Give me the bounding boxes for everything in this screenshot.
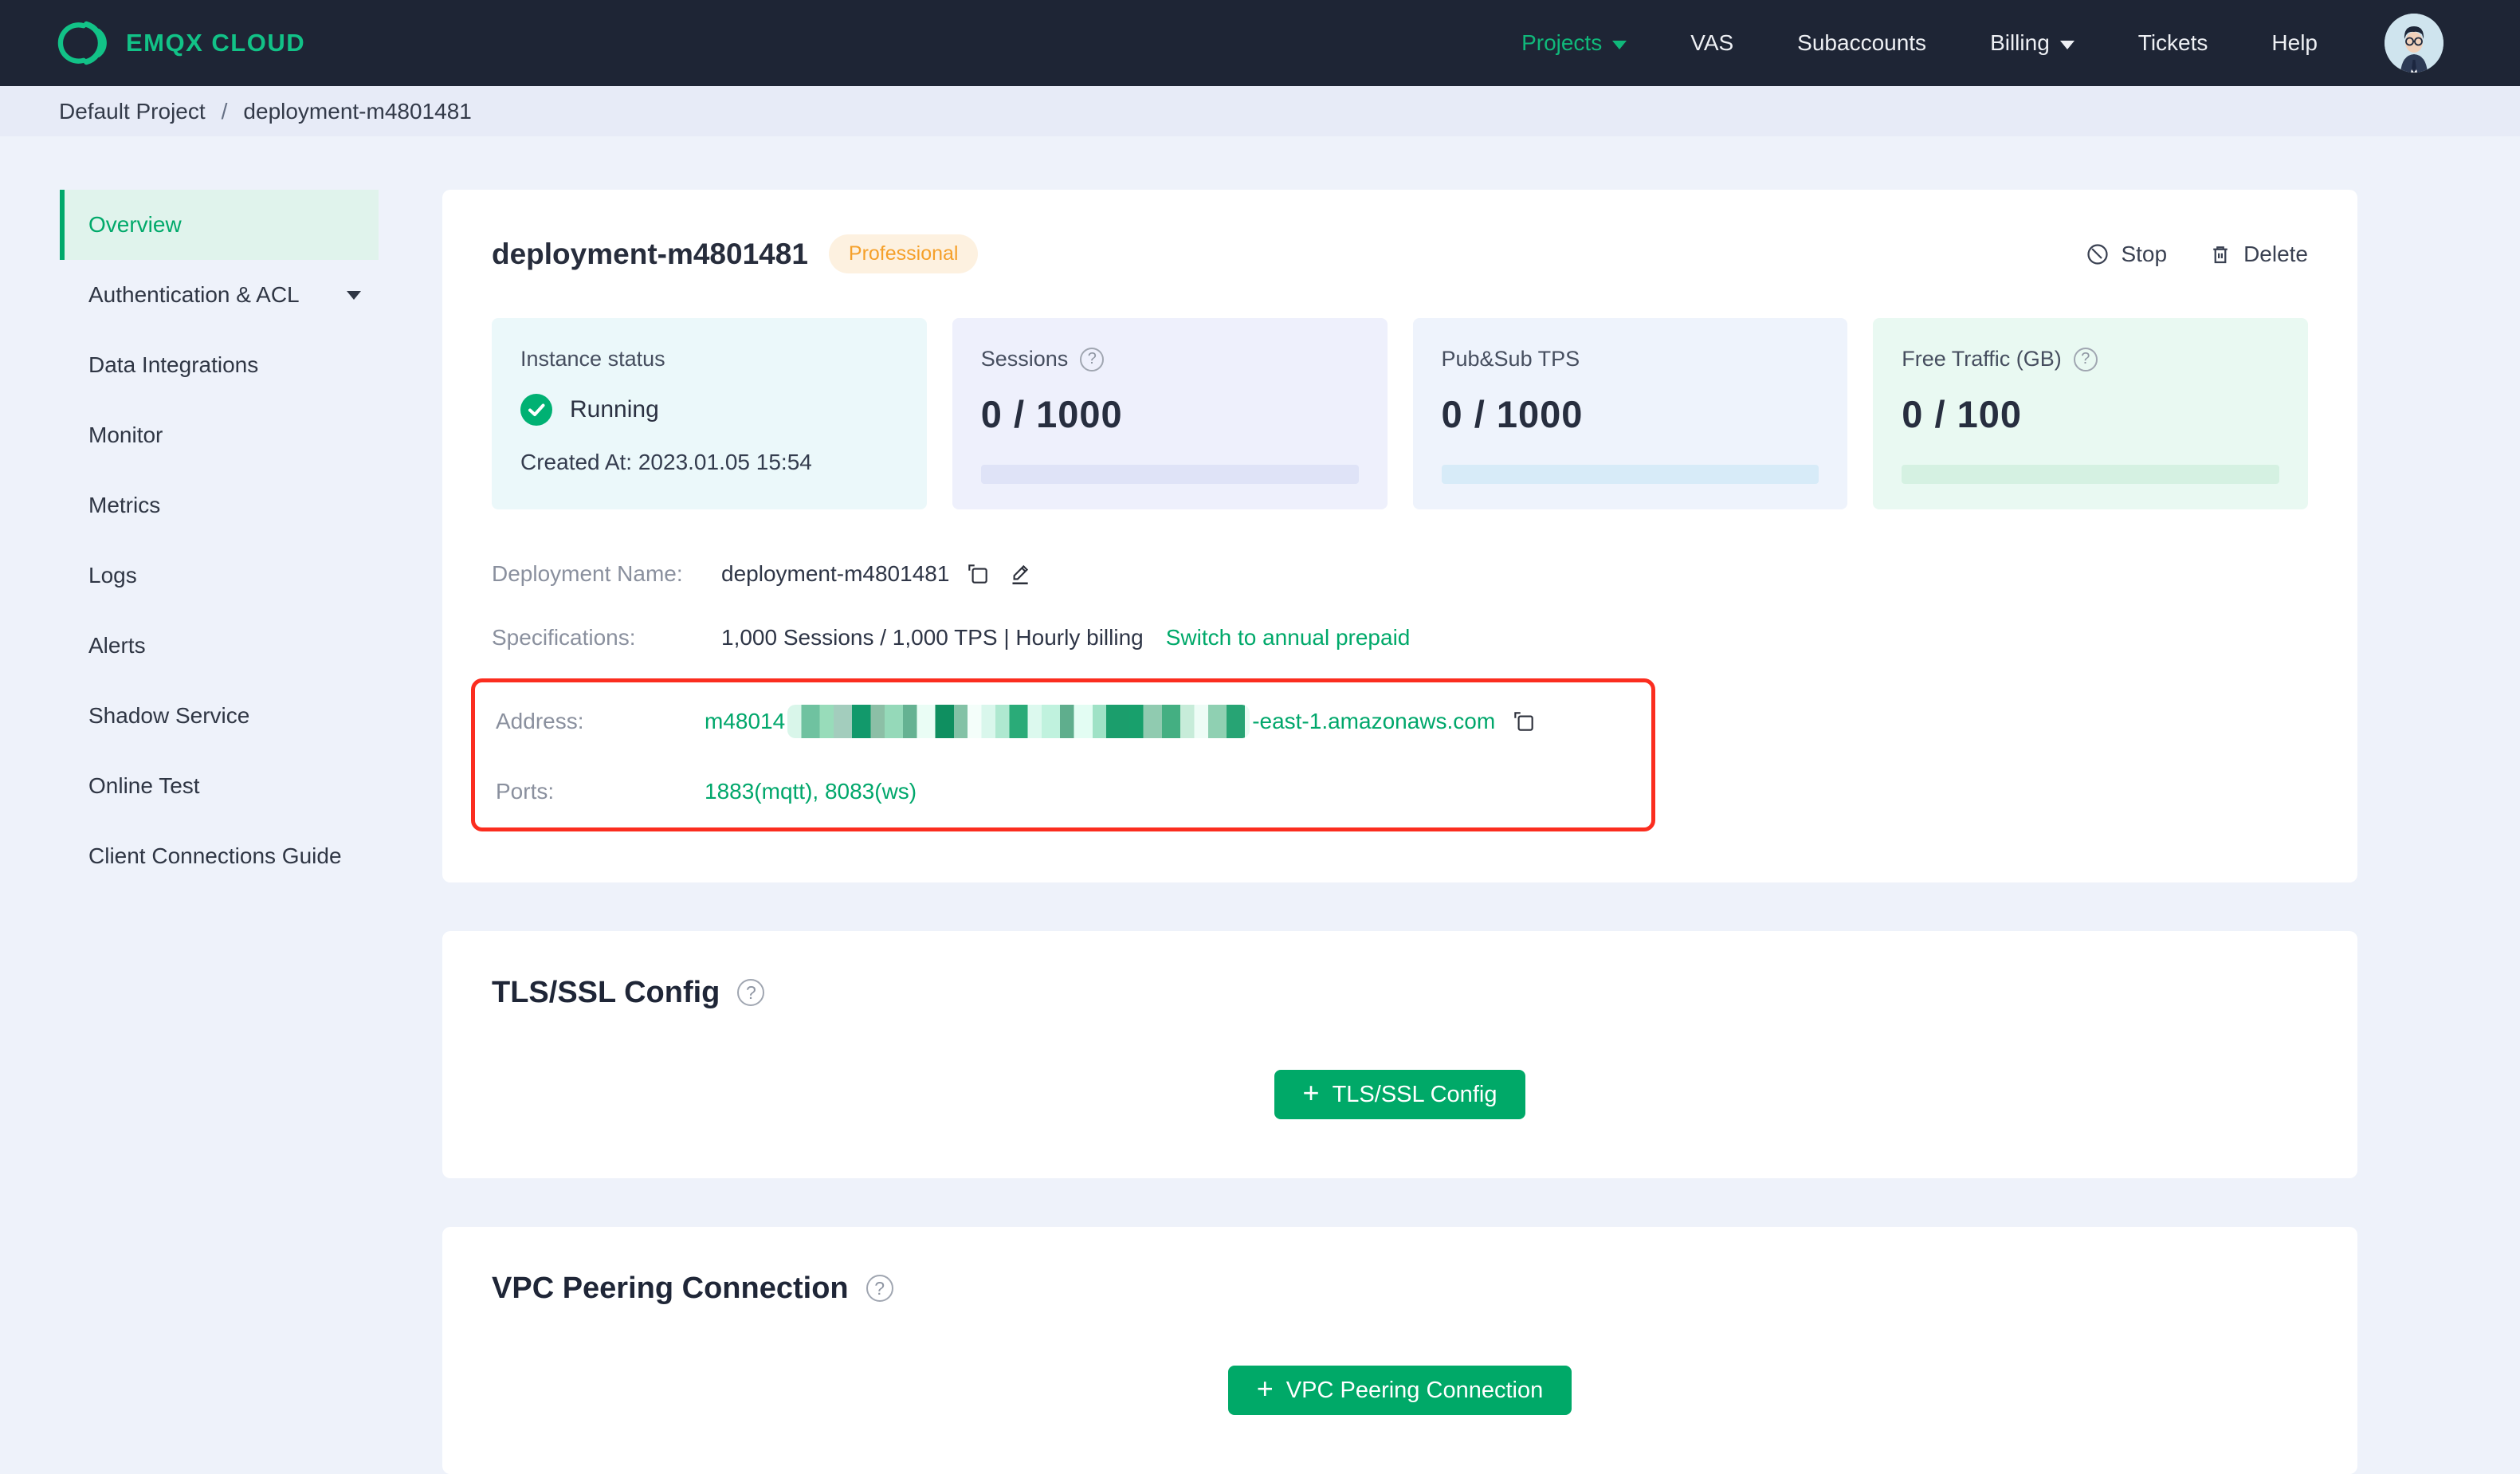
sidebar-item-logs[interactable]: Logs — [60, 540, 379, 611]
brand-name: EMQX CLOUD — [126, 29, 306, 57]
nav-item-billing[interactable]: Billing — [1958, 30, 2106, 56]
sessions-value: 0 / 1000 — [980, 393, 1123, 435]
user-avatar[interactable] — [2385, 14, 2443, 73]
copy-icon[interactable] — [1511, 709, 1537, 734]
ports-value: 1883(mqtt), 8083(ws) — [705, 779, 917, 804]
question-circle-icon[interactable] — [1080, 347, 1105, 371]
add-vpc-peering-button[interactable]: + VPC Peering Connection — [1227, 1366, 1572, 1415]
question-circle-icon[interactable] — [737, 979, 765, 1006]
breadcrumb-project[interactable]: Default Project — [59, 99, 206, 124]
sidebar-item-monitor[interactable]: Monitor — [60, 400, 379, 470]
plus-icon: + — [1302, 1076, 1320, 1109]
specifications-value: 1,000 Sessions / 1,000 TPS | Hourly bill… — [721, 625, 1144, 650]
add-tls-ssl-config-button[interactable]: + TLS/SSL Config — [1274, 1070, 1526, 1119]
address-suffix: -east-1.amazonaws.com — [1252, 709, 1496, 733]
sidebar-item-overview[interactable]: Overview — [60, 190, 379, 260]
nav-item-projects[interactable]: Projects — [1490, 30, 1658, 56]
created-at: Created At: 2023.01.05 15:54 — [520, 450, 812, 474]
tls-ssl-title: TLS/SSL Config — [492, 976, 720, 1009]
question-circle-icon[interactable] — [2073, 347, 2098, 371]
chevron-down-icon — [2059, 40, 2074, 49]
sidebar-item-metrics[interactable]: Metrics — [60, 470, 379, 540]
vpc-peering-title: VPC Peering Connection — [492, 1272, 849, 1305]
sessions-progress — [980, 465, 1359, 484]
address-redacted-block — [787, 705, 1250, 738]
trash-icon — [2208, 242, 2232, 266]
nav-item-tickets[interactable]: Tickets — [2106, 30, 2240, 56]
address-row: Address: m48014 -east-1.amazonaws.com — [496, 698, 1635, 745]
address-prefix: m48014 — [705, 709, 786, 733]
plus-icon: + — [1256, 1372, 1274, 1405]
deployment-name-value: deployment-m4801481 — [721, 561, 950, 586]
stop-icon — [2086, 242, 2110, 266]
deployment-name-label: Deployment Name: — [492, 561, 683, 586]
sidebar: Overview Authentication & ACL Data Integ… — [60, 190, 379, 891]
specifications-row: Specifications: 1,000 Sessions / 1,000 T… — [492, 615, 2308, 661]
ports-row: Ports: 1883(mqtt), 8083(ws) — [496, 768, 1635, 815]
navbar-menu: Projects VAS Subaccounts Billing Tickets… — [1490, 14, 2443, 73]
chevron-down-icon — [1612, 40, 1627, 49]
breadcrumb-separator: / — [221, 98, 228, 124]
ports-label: Ports: — [496, 779, 555, 804]
top-navbar: EMQX CLOUD Projects VAS Subaccounts Bill… — [0, 0, 2520, 86]
traffic-value: 0 / 100 — [1902, 393, 2022, 435]
specifications-label: Specifications: — [492, 625, 636, 650]
address-label: Address: — [496, 709, 584, 733]
deployment-name-row: Deployment Name: deployment-m4801481 — [492, 551, 2308, 597]
sidebar-item-client-connections-guide[interactable]: Client Connections Guide — [60, 821, 379, 891]
chevron-down-icon — [347, 290, 361, 300]
sidebar-item-data-integrations[interactable]: Data Integrations — [60, 330, 379, 400]
annotation-box: Address: m48014 -east-1.amazonaws.com Po… — [471, 678, 1655, 831]
breadcrumb-current: deployment-m4801481 — [243, 98, 472, 124]
nav-item-subaccounts[interactable]: Subaccounts — [1765, 30, 1958, 56]
check-circle-icon — [520, 394, 552, 426]
nav-item-vas[interactable]: VAS — [1658, 30, 1765, 56]
traffic-progress — [1902, 465, 2279, 484]
emqx-logo-icon — [57, 20, 108, 66]
copy-icon[interactable] — [965, 561, 991, 587]
sidebar-item-authentication-acl[interactable]: Authentication & ACL — [60, 260, 379, 330]
edit-icon[interactable] — [1007, 561, 1032, 587]
deployment-overview-card: deployment-m4801481 Professional Stop De… — [442, 190, 2357, 882]
instance-status-value: Running — [570, 396, 659, 423]
sessions-card: Sessions 0 / 1000 — [952, 318, 1388, 509]
tps-value: 0 / 1000 — [1441, 393, 1584, 435]
tps-progress — [1441, 465, 1819, 484]
stats-row: Instance status Running Created At: 2023… — [492, 318, 2308, 509]
free-traffic-card: Free Traffic (GB) 0 / 100 — [1873, 318, 2308, 509]
tls-ssl-section: TLS/SSL Config + TLS/SSL Config — [442, 931, 2357, 1178]
breadcrumb: Default Project / deployment-m4801481 — [0, 86, 2520, 136]
emqx-brand[interactable]: EMQX CLOUD — [57, 20, 305, 66]
delete-button[interactable]: Delete — [2208, 242, 2308, 267]
stop-button[interactable]: Stop — [2086, 242, 2167, 267]
question-circle-icon[interactable] — [866, 1275, 893, 1302]
sidebar-item-online-test[interactable]: Online Test — [60, 751, 379, 821]
deployment-title: deployment-m4801481 — [492, 237, 808, 270]
plan-badge: Professional — [828, 234, 979, 273]
vpc-peering-section: VPC Peering Connection + VPC Peering Con… — [442, 1227, 2357, 1474]
sidebar-item-alerts[interactable]: Alerts — [60, 611, 379, 681]
switch-annual-prepaid-link[interactable]: Switch to annual prepaid — [1166, 625, 1411, 651]
pubsub-tps-card: Pub&Sub TPS 0 / 1000 — [1412, 318, 1848, 509]
sidebar-item-shadow-service[interactable]: Shadow Service — [60, 681, 379, 751]
nav-item-help[interactable]: Help — [2239, 30, 2349, 56]
instance-status-card: Instance status Running Created At: 2023… — [492, 318, 927, 509]
